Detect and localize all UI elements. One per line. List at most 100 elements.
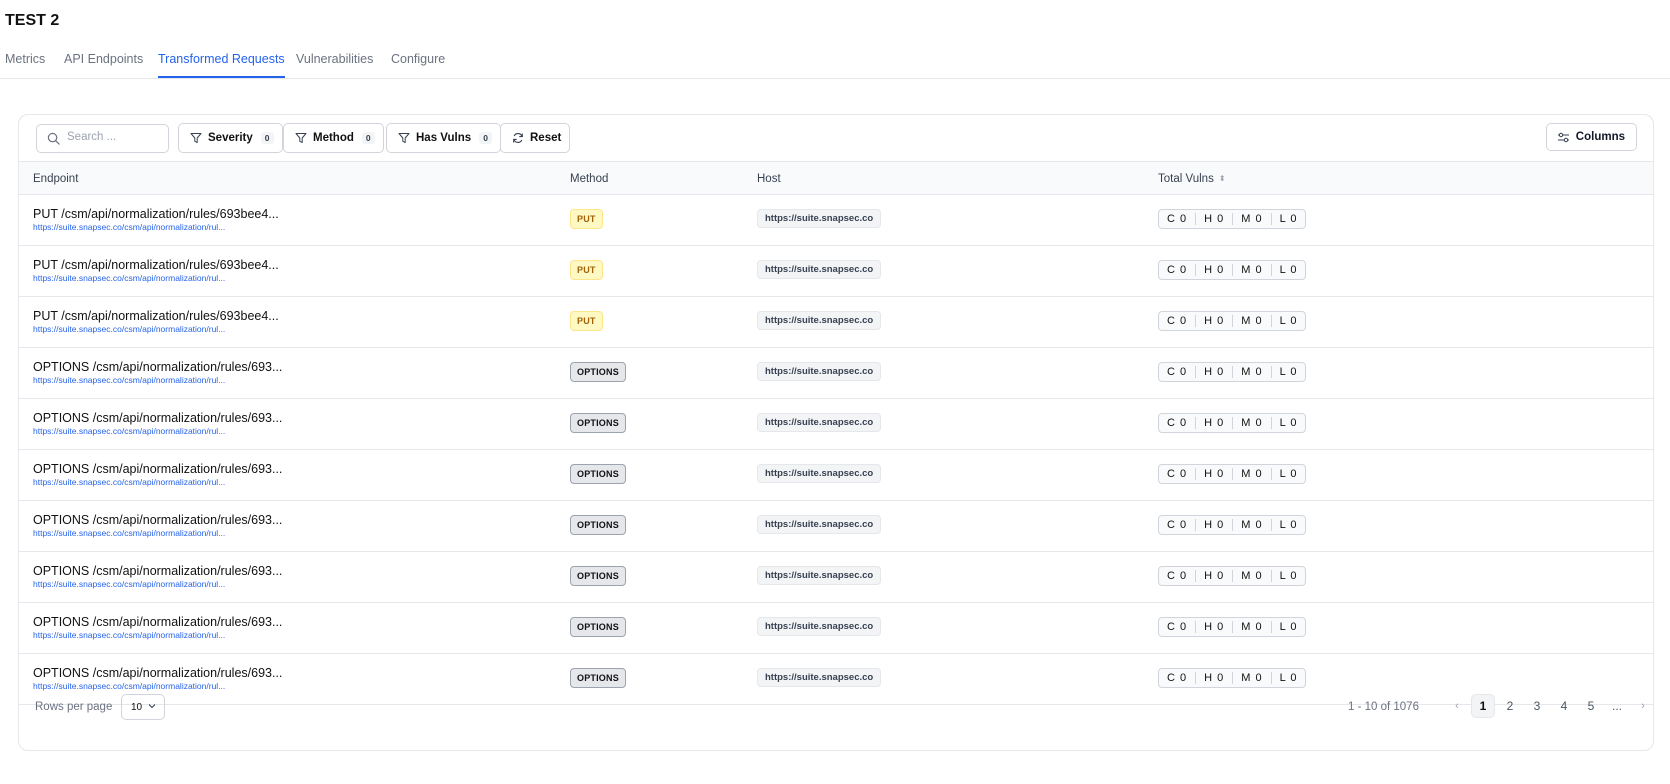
endpoint-url-link[interactable]: https://suite.snapsec.co/csm/api/normali… — [33, 477, 225, 487]
severity-filter-button[interactable]: Severity 0 — [178, 123, 283, 153]
medium-count: M 0 — [1233, 570, 1272, 582]
header-method: Method — [570, 173, 609, 185]
host-badge: https://suite.snapsec.co — [757, 617, 882, 636]
vuln-counts: C 0H 0M 0 L 0 — [1158, 413, 1307, 433]
endpoint-title: OPTIONS /csm/api/normalization/rules/693… — [33, 360, 283, 374]
table-row[interactable]: OPTIONS /csm/api/normalization/rules/693… — [19, 501, 1653, 552]
header-total-vulns[interactable]: Total Vulns ⬍ — [1158, 173, 1226, 185]
method-badge: OPTIONS — [570, 617, 626, 637]
low-count: L 0 — [1279, 366, 1298, 378]
critical-count: C 0 — [1159, 570, 1197, 582]
columns-label: Columns — [1575, 131, 1625, 143]
refresh-icon — [513, 133, 523, 143]
endpoint-title: OPTIONS /csm/api/normalization/rules/693… — [33, 462, 283, 476]
method-badge: OPTIONS — [570, 515, 626, 535]
low-count: L 0 — [1279, 468, 1298, 480]
host-badge: https://suite.snapsec.co — [757, 260, 882, 279]
table-row[interactable]: PUT /csm/api/normalization/rules/693bee4… — [19, 297, 1653, 348]
endpoint-url-link[interactable]: https://suite.snapsec.co/csm/api/normali… — [33, 630, 225, 640]
critical-count: C 0 — [1159, 213, 1197, 225]
pagination-range: 1 - 10 of 1076 — [1348, 701, 1419, 713]
search-box[interactable] — [36, 124, 169, 153]
page-3-button[interactable]: 3 — [1525, 694, 1549, 718]
table-row[interactable]: PUT /csm/api/normalization/rules/693bee4… — [19, 246, 1653, 297]
prev-page-button[interactable]: ‹ — [1445, 694, 1469, 718]
method-badge: OPTIONS — [570, 413, 626, 433]
endpoint-title: PUT /csm/api/normalization/rules/693bee4… — [33, 258, 279, 272]
tab-metrics[interactable]: Metrics — [5, 52, 45, 78]
columns-button[interactable]: Columns — [1545, 123, 1637, 151]
endpoint-title: PUT /csm/api/normalization/rules/693bee4… — [33, 207, 279, 221]
sort-icon[interactable]: ⬍ — [1219, 174, 1226, 183]
filter-icon — [295, 133, 307, 143]
chevron-down-icon — [148, 704, 156, 709]
has-vulns-filter-label: Has Vulns — [416, 132, 472, 144]
medium-count: M 0 — [1233, 366, 1272, 378]
table-row[interactable]: OPTIONS /csm/api/normalization/rules/693… — [19, 399, 1653, 450]
high-count: H 0 — [1196, 519, 1234, 531]
endpoint-url-link[interactable]: https://suite.snapsec.co/csm/api/normali… — [33, 426, 225, 436]
critical-count: C 0 — [1159, 468, 1197, 480]
requests-table-card: Severity 0 Method 0 Has Vulns 0 Reset Co… — [18, 114, 1654, 751]
low-count: L 0 — [1279, 570, 1298, 582]
host-badge: https://suite.snapsec.co — [757, 413, 882, 432]
medium-count: M 0 — [1233, 315, 1272, 327]
endpoint-url-link[interactable]: https://suite.snapsec.co/csm/api/normali… — [33, 375, 225, 385]
low-count: L 0 — [1279, 264, 1298, 276]
header-endpoint: Endpoint — [33, 173, 79, 185]
header-total-vulns-label: Total Vulns — [1158, 173, 1214, 185]
method-filter-button[interactable]: Method 0 — [283, 123, 384, 153]
endpoint-url-link[interactable]: https://suite.snapsec.co/csm/api/normali… — [33, 273, 225, 283]
critical-count: C 0 — [1159, 264, 1197, 276]
critical-count: C 0 — [1159, 621, 1197, 633]
severity-filter-count: 0 — [260, 132, 274, 144]
medium-count: M 0 — [1233, 468, 1272, 480]
table-row[interactable]: OPTIONS /csm/api/normalization/rules/693… — [19, 450, 1653, 501]
medium-count: M 0 — [1233, 264, 1272, 276]
tab-api-endpoints[interactable]: API Endpoints — [64, 52, 143, 78]
endpoint-title: OPTIONS /csm/api/normalization/rules/693… — [33, 564, 283, 578]
table-row[interactable]: OPTIONS /csm/api/normalization/rules/693… — [19, 552, 1653, 603]
low-count: L 0 — [1279, 519, 1298, 531]
severity-filter-label: Severity — [208, 132, 253, 144]
vuln-counts: C 0H 0M 0 L 0 — [1158, 260, 1307, 280]
table-row[interactable]: OPTIONS /csm/api/normalization/rules/693… — [19, 348, 1653, 399]
next-page-button[interactable]: › — [1631, 694, 1653, 718]
filter-icon — [190, 133, 202, 143]
critical-count: C 0 — [1159, 519, 1197, 531]
has-vulns-filter-button[interactable]: Has Vulns 0 — [386, 123, 501, 153]
endpoint-title: PUT /csm/api/normalization/rules/693bee4… — [33, 309, 279, 323]
table-header: Endpoint Method Host Total Vulns ⬍ — [19, 161, 1653, 195]
endpoint-url-link[interactable]: https://suite.snapsec.co/csm/api/normali… — [33, 222, 225, 232]
tab-configure[interactable]: Configure — [391, 52, 445, 78]
method-badge: OPTIONS — [570, 362, 626, 382]
search-input[interactable] — [67, 131, 162, 143]
table-row[interactable]: OPTIONS /csm/api/normalization/rules/693… — [19, 603, 1653, 654]
endpoint-url-link[interactable]: https://suite.snapsec.co/csm/api/normali… — [33, 324, 225, 334]
page-4-button[interactable]: 4 — [1552, 694, 1576, 718]
page-5-button[interactable]: 5 — [1579, 694, 1603, 718]
header-host: Host — [757, 173, 781, 185]
endpoint-title: OPTIONS /csm/api/normalization/rules/693… — [33, 615, 283, 629]
method-badge: OPTIONS — [570, 566, 626, 586]
tab-transformed-requests[interactable]: Transformed Requests — [158, 52, 285, 78]
vuln-counts: C 0H 0M 0 L 0 — [1158, 617, 1307, 637]
low-count: L 0 — [1279, 417, 1298, 429]
endpoint-title: OPTIONS /csm/api/normalization/rules/693… — [33, 411, 283, 425]
endpoint-url-link[interactable]: https://suite.snapsec.co/csm/api/normali… — [33, 579, 225, 589]
vuln-counts: C 0H 0M 0 L 0 — [1158, 566, 1307, 586]
table-footer: Rows per page 10 1 - 10 of 1076 ‹ 1 2 3 … — [19, 675, 1653, 750]
sliders-icon — [1557, 132, 1569, 142]
method-badge: PUT — [570, 209, 603, 229]
filter-icon — [398, 133, 410, 143]
page-2-button[interactable]: 2 — [1498, 694, 1522, 718]
high-count: H 0 — [1196, 213, 1234, 225]
reset-button[interactable]: Reset — [500, 123, 571, 153]
method-badge: OPTIONS — [570, 464, 626, 484]
page-1-button[interactable]: 1 — [1471, 694, 1495, 718]
tab-vulnerabilities[interactable]: Vulnerabilities — [296, 52, 373, 78]
table-row[interactable]: PUT /csm/api/normalization/rules/693bee4… — [19, 195, 1653, 246]
endpoint-url-link[interactable]: https://suite.snapsec.co/csm/api/normali… — [33, 528, 225, 538]
rows-per-page-select[interactable]: 10 — [121, 694, 165, 720]
method-badge: PUT — [570, 311, 603, 331]
